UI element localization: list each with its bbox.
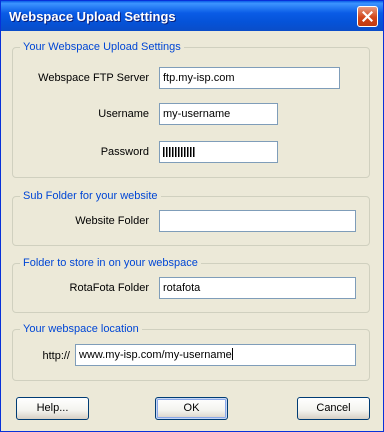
http-prefix-label: http:// <box>42 350 70 362</box>
rotafota-folder-input[interactable]: rotafota <box>159 277 356 299</box>
ftp-server-label: Webspace FTP Server <box>38 72 149 84</box>
password-input[interactable] <box>159 141 278 163</box>
ftp-server-value: ftp.my-isp.com <box>163 72 235 84</box>
cancel-button[interactable]: Cancel <box>297 397 370 420</box>
ftp-server-input[interactable]: ftp.my-isp.com <box>159 67 340 89</box>
help-button[interactable]: Help... <box>16 397 89 420</box>
username-input[interactable]: my-username <box>159 103 278 125</box>
sub-folder-group-label: Sub Folder for your website <box>20 189 161 203</box>
text-caret <box>231 348 233 360</box>
rotafota-folder-value: rotafota <box>163 282 201 294</box>
close-button[interactable] <box>357 6 378 27</box>
ok-button[interactable]: OK <box>155 397 228 420</box>
upload-settings-group-label: Your Webspace Upload Settings <box>20 40 184 54</box>
store-folder-group: Folder to store in on your webspace Rota… <box>12 256 370 313</box>
webspace-location-group-label: Your webspace location <box>20 322 142 336</box>
rotafota-folder-label: RotaFota Folder <box>69 282 149 294</box>
sub-folder-group: Sub Folder for your website Website Fold… <box>12 189 370 246</box>
website-folder-label: Website Folder <box>75 215 149 227</box>
webspace-location-group: Your webspace location http:// www.my-is… <box>12 322 370 381</box>
webspace-url-input[interactable]: www.my-isp.com/my-username <box>75 344 356 366</box>
close-icon <box>362 11 373 22</box>
username-value: my-username <box>163 108 231 120</box>
window-title: Webspace Upload Settings <box>9 9 176 24</box>
website-folder-input[interactable] <box>159 210 356 232</box>
store-folder-group-label: Folder to store in on your webspace <box>20 256 201 270</box>
password-mask <box>163 147 195 157</box>
upload-settings-group: Your Webspace Upload Settings Webspace F… <box>12 40 370 178</box>
password-label: Password <box>100 146 149 158</box>
dialog-window: Webspace Upload Settings Your Webspace U… <box>0 0 384 432</box>
webspace-url-value: www.my-isp.com/my-username <box>79 349 232 361</box>
username-label: Username <box>98 108 149 120</box>
title-bar[interactable]: Webspace Upload Settings <box>1 1 383 31</box>
